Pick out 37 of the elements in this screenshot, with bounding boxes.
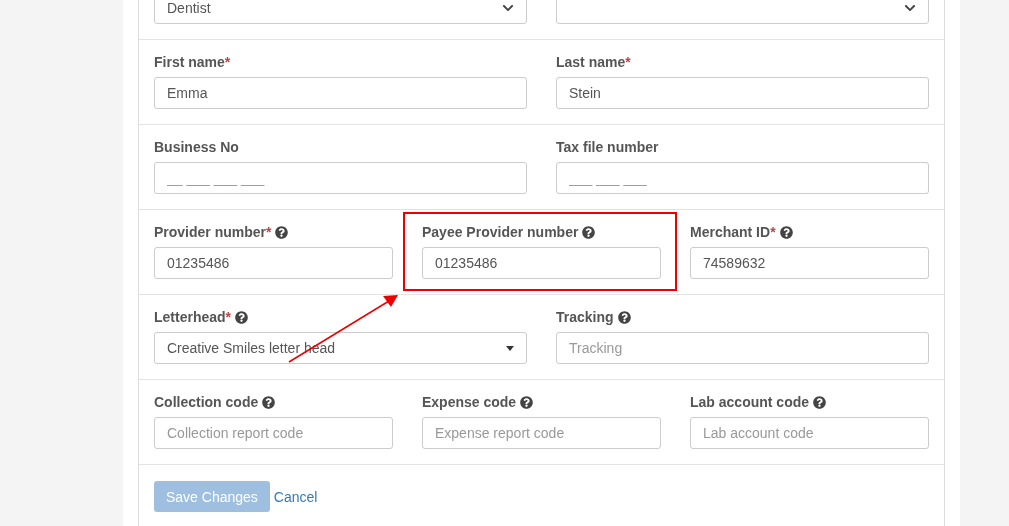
input-field[interactable]: Lab account code bbox=[690, 417, 929, 449]
field-label: Last name* bbox=[556, 54, 631, 70]
help-icon[interactable] bbox=[235, 310, 249, 324]
help-icon[interactable] bbox=[617, 310, 631, 324]
input-field[interactable]: 01235486 bbox=[422, 247, 661, 279]
help-icon[interactable] bbox=[262, 395, 276, 409]
field-label: Expense code bbox=[422, 394, 517, 410]
field-label: Business No bbox=[154, 139, 239, 155]
input-field[interactable]: __ ___ ___ ___ bbox=[154, 162, 527, 194]
select-field[interactable]: Dentist bbox=[154, 0, 527, 24]
field-label: Collection code bbox=[154, 394, 259, 410]
help-icon[interactable] bbox=[520, 395, 534, 409]
input-field[interactable]: ___ ___ ___ bbox=[556, 162, 929, 194]
help-icon[interactable] bbox=[813, 395, 827, 409]
help-icon[interactable] bbox=[582, 225, 596, 239]
field-label: Tax file number bbox=[556, 139, 659, 155]
field-label: Merchant ID* bbox=[690, 224, 776, 240]
input-field[interactable]: Stein bbox=[556, 77, 929, 109]
field-label: Provider number* bbox=[154, 224, 272, 240]
input-field[interactable]: Emma bbox=[154, 77, 527, 109]
field-label: Lab account code bbox=[690, 394, 810, 410]
select-field[interactable] bbox=[556, 0, 929, 24]
field-label: Letterhead* bbox=[154, 309, 232, 325]
input-field[interactable]: 74589632 bbox=[690, 247, 929, 279]
input-field[interactable]: Collection report code bbox=[154, 417, 393, 449]
help-icon[interactable] bbox=[275, 225, 289, 239]
field-label: Tracking bbox=[556, 309, 614, 325]
caret-icon bbox=[506, 345, 514, 351]
field-label: Payee Provider number bbox=[422, 224, 579, 240]
cancel-link[interactable]: Cancel bbox=[273, 488, 318, 505]
input-field[interactable]: Tracking bbox=[556, 332, 929, 364]
help-icon[interactable] bbox=[779, 225, 793, 239]
input-field[interactable]: Expense report code bbox=[422, 417, 661, 449]
chevron-down-icon bbox=[904, 2, 916, 14]
input-field[interactable]: 01235486 bbox=[154, 247, 393, 279]
field-label: First name* bbox=[154, 54, 231, 70]
chevron-down-icon bbox=[502, 2, 514, 14]
